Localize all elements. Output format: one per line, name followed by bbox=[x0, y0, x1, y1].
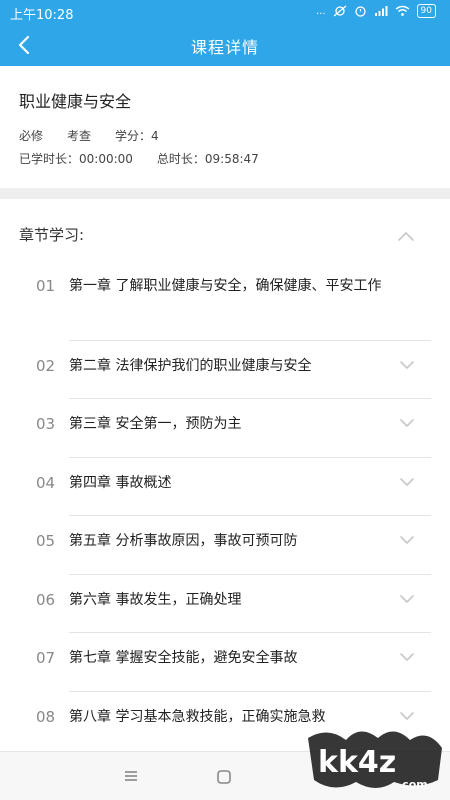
chapter-heading: 章节学习: bbox=[19, 226, 85, 244]
system-nav-bar bbox=[0, 751, 450, 800]
chapter-row-01[interactable]: 01 第一章 了解职业健康与安全，确保健康、平安工作 bbox=[0, 273, 450, 341]
wifi-icon bbox=[395, 5, 409, 16]
chapter-row-07[interactable]: 07 第七章 掌握安全技能，避免安全事故 bbox=[0, 633, 450, 691]
chapter-row-02[interactable]: 02 第二章 法律保护我们的职业健康与安全 bbox=[0, 341, 450, 399]
status-bar: 上午10:28 ... 90 bbox=[0, 0, 450, 24]
chevron-down-icon[interactable] bbox=[398, 476, 416, 488]
course-title: 职业健康与安全 bbox=[19, 92, 132, 111]
chapter-title: 第五章 分析事故原因，事故可预可防 bbox=[69, 533, 298, 549]
chapter-number: 04 bbox=[36, 474, 56, 492]
chevron-down-icon[interactable] bbox=[398, 534, 416, 546]
status-time: 上午10:28 bbox=[10, 8, 74, 23]
alarm-off-icon bbox=[333, 5, 346, 17]
chapter-row-04[interactable]: 04 第四章 事故概述 bbox=[0, 458, 450, 516]
chapter-number: 07 bbox=[36, 649, 56, 667]
course-meta-row: 必修 考查 学分：4 bbox=[19, 127, 183, 144]
chapter-number: 03 bbox=[36, 415, 56, 433]
chapter-number: 05 bbox=[36, 532, 56, 550]
course-info-panel: 职业健康与安全 必修 考查 学分：4 已学时长：00:00:00 总时长：09:… bbox=[0, 66, 450, 188]
chevron-down-icon[interactable] bbox=[398, 710, 416, 722]
battery-icon: 90 bbox=[416, 4, 436, 18]
chapter-row-06[interactable]: 06 第六章 事故发生，正确处理 bbox=[0, 575, 450, 633]
chevron-down-icon[interactable] bbox=[398, 359, 416, 371]
chapter-number: 06 bbox=[36, 591, 56, 609]
signal-icon bbox=[374, 6, 388, 16]
studied-duration: 已学时长：00:00:00 bbox=[19, 152, 133, 166]
chapter-title: 第八章 学习基本急救技能，正确实施急救 bbox=[69, 709, 326, 725]
chapter-number: 02 bbox=[36, 357, 56, 375]
chevron-down-icon[interactable] bbox=[398, 417, 416, 429]
course-required: 必修 bbox=[19, 129, 44, 143]
page-title: 课程详情 bbox=[190, 38, 259, 57]
chapter-title: 第四章 事故概述 bbox=[69, 475, 172, 491]
chapter-row-08[interactable]: 08 第八章 学习基本急救技能，正确实施急救 bbox=[0, 692, 450, 750]
course-duration-row: 已学时长：00:00:00 总时长：09:58:47 bbox=[19, 150, 283, 167]
chapter-number: 01 bbox=[36, 277, 56, 295]
chapter-title: 第二章 法律保护我们的职业健康与安全 bbox=[69, 358, 312, 374]
menu-icon[interactable] bbox=[120, 767, 142, 785]
alarm-icon bbox=[354, 6, 366, 17]
chapter-section: 章节学习: 01 第一章 了解职业健康与安全，确保健康、平安工作 02 第二章 … bbox=[0, 199, 450, 751]
home-icon[interactable] bbox=[214, 767, 234, 787]
chapter-title: 第七章 掌握安全技能，避免安全事故 bbox=[69, 650, 298, 666]
network-speed: ... bbox=[316, 5, 326, 17]
chevron-down-icon[interactable] bbox=[398, 593, 416, 605]
chevron-down-icon[interactable] bbox=[398, 651, 416, 663]
chapter-title: 第三章 安全第一，预防为主 bbox=[69, 416, 242, 432]
section-divider bbox=[0, 188, 450, 199]
course-assessment: 考查 bbox=[67, 129, 92, 143]
chapter-title: 第一章 了解职业健康与安全，确保健康、平安工作 bbox=[69, 278, 382, 294]
chevron-up-icon[interactable] bbox=[396, 229, 416, 243]
chapter-title: 第六章 事故发生，正确处理 bbox=[69, 592, 242, 608]
chapter-row-03[interactable]: 03 第三章 安全第一，预防为主 bbox=[0, 399, 450, 457]
chapter-row-05[interactable]: 05 第五章 分析事故原因，事故可预可防 bbox=[0, 516, 450, 574]
status-icons: ... 90 bbox=[316, 4, 436, 18]
total-duration: 总时长：09:58:47 bbox=[156, 152, 259, 166]
nav-bar: 课程详情 bbox=[0, 24, 450, 66]
chapter-number: 08 bbox=[36, 708, 56, 726]
course-credits: 学分：4 bbox=[115, 129, 159, 143]
